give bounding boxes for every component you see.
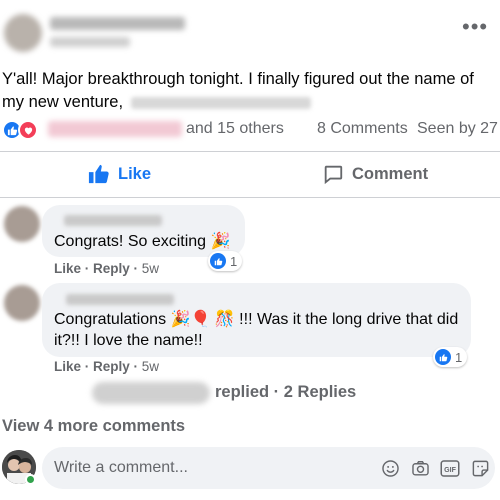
comment-time[interactable]: 5w	[142, 359, 159, 374]
reactors-others[interactable]: and 15 others	[186, 120, 284, 138]
reaction-count: 1	[455, 349, 463, 365]
redacted-text	[131, 96, 312, 109]
like-label: Like	[118, 164, 152, 183]
comments-count[interactable]: 8 Comments	[317, 120, 408, 138]
comment-text: Congrats! So exciting 🎉	[54, 233, 231, 250]
commenter-avatar[interactable]	[4, 285, 40, 321]
gif-icon[interactable]: GIF	[440, 458, 460, 478]
commenter-avatar[interactable]	[4, 206, 40, 242]
post-text: Y'all! Major breakthrough tonight. I fin…	[2, 68, 492, 114]
author-avatar[interactable]	[4, 14, 42, 52]
like-button[interactable]: Like	[88, 160, 151, 188]
view-replies-link[interactable]: replied · 2 Replies	[215, 383, 356, 402]
divider	[0, 151, 500, 152]
comment-button[interactable]: Comment	[322, 160, 428, 188]
replier-redacted[interactable]	[92, 382, 210, 404]
comment-input-placeholder: Write a comment...	[54, 459, 188, 476]
comment-actions: Like · Reply · 5w	[54, 261, 160, 276]
online-status-dot	[25, 474, 36, 485]
reaction-count: 1	[230, 253, 238, 269]
comment-reaction-badge[interactable]: 1	[208, 251, 243, 271]
divider	[0, 197, 500, 198]
seen-by[interactable]: Seen by 27	[417, 120, 498, 138]
reactor-name-redacted[interactable]	[48, 121, 182, 137]
sticker-icon[interactable]	[470, 458, 490, 478]
comment-like-link[interactable]: Like	[54, 261, 81, 276]
comment-text: Congratulations 🎉🎈 🎊 !!! Was it the long…	[54, 311, 459, 349]
commenter-name-redacted[interactable]	[66, 294, 174, 305]
more-options-icon[interactable]: •••	[462, 16, 488, 38]
comment-reply-link[interactable]: Reply	[93, 261, 130, 276]
emoji-icon[interactable]	[380, 458, 400, 478]
like-reaction-icon	[210, 253, 226, 269]
post-meta-redacted	[50, 37, 130, 47]
comment-actions: Like · Reply · 5w	[54, 359, 160, 374]
author-name-redacted[interactable]	[50, 17, 185, 30]
commenter-name-redacted[interactable]	[64, 215, 162, 226]
comment-label: Comment	[352, 164, 429, 183]
view-more-comments-link[interactable]: View 4 more comments	[2, 417, 185, 436]
comment-time[interactable]: 5w	[142, 261, 159, 276]
love-reaction-icon	[18, 120, 38, 140]
camera-icon[interactable]	[410, 458, 430, 478]
reaction-icons[interactable]	[2, 119, 38, 141]
thumbs-up-icon	[88, 164, 109, 184]
comment-reply-link[interactable]: Reply	[93, 359, 130, 374]
comment-reaction-badge[interactable]: 1	[433, 347, 468, 367]
svg-text:GIF: GIF	[444, 465, 456, 473]
comment-like-link[interactable]: Like	[54, 359, 81, 374]
comment-bubble-icon	[324, 165, 343, 185]
like-reaction-icon	[435, 349, 451, 365]
